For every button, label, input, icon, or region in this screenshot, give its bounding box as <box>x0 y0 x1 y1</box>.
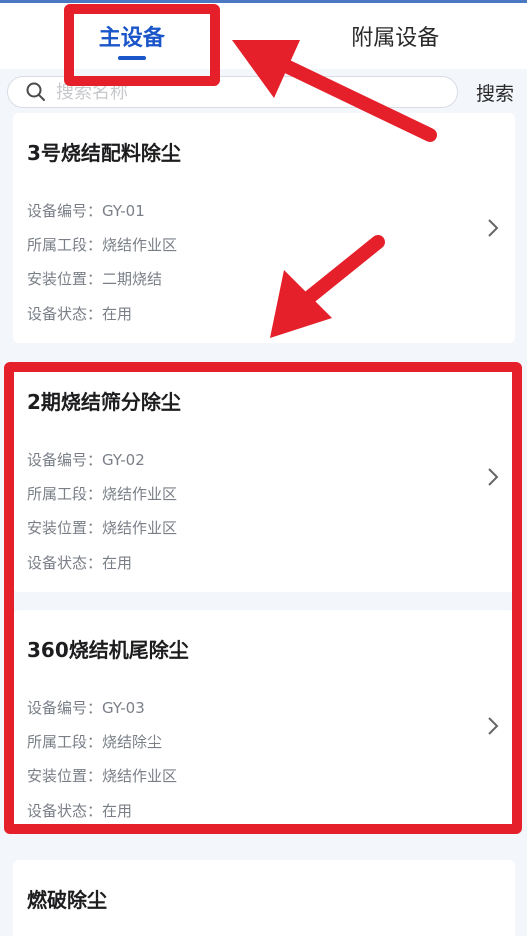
tab-label: 附属设备 <box>351 26 440 51</box>
device-section: 所属工段：烧结作业区 <box>27 236 178 254</box>
device-section: 所属工段：烧结作业区 <box>27 485 178 503</box>
search-field[interactable] <box>7 76 458 108</box>
tab-main-equipment[interactable]: 主设备 <box>0 3 264 69</box>
tab-auxiliary-equipment[interactable]: 附属设备 <box>264 3 527 69</box>
device-status: 设备状态：在用 <box>27 554 133 572</box>
tab-active-indicator <box>117 56 146 60</box>
device-card[interactable]: 燃破除尘 <box>13 860 515 936</box>
device-status: 设备状态：在用 <box>27 305 133 323</box>
device-name: 3号烧结配料除尘 <box>27 141 181 165</box>
device-code: 设备编号：GY-03 <box>27 699 145 717</box>
chevron-right-icon[interactable] <box>487 218 499 238</box>
tab-bar: 主设备 附属设备 <box>0 3 527 69</box>
device-status: 设备状态：在用 <box>27 802 133 820</box>
search-bar: 搜索 <box>0 69 527 113</box>
device-name: 360烧结机尾除尘 <box>27 638 189 662</box>
device-name: 燃破除尘 <box>27 888 107 912</box>
device-card[interactable]: 360烧结机尾除尘 设备编号：GY-03 所属工段：烧结除尘 安装位置：烧结作业… <box>13 610 515 828</box>
search-icon <box>26 82 45 101</box>
device-card[interactable]: 3号烧结配料除尘 设备编号：GY-01 所属工段：烧结作业区 安装位置：二期烧结… <box>13 113 515 343</box>
device-section: 所属工段：烧结除尘 <box>27 733 163 751</box>
device-name: 2期烧结筛分除尘 <box>27 390 181 414</box>
device-location: 安装位置：烧结作业区 <box>27 519 178 537</box>
tab-label: 主设备 <box>98 26 165 51</box>
search-input[interactable] <box>56 81 436 103</box>
chevron-right-icon[interactable] <box>487 716 499 736</box>
device-location: 安装位置：烧结作业区 <box>27 767 178 785</box>
device-location: 安装位置：二期烧结 <box>27 270 163 288</box>
chevron-right-icon[interactable] <box>487 467 499 487</box>
device-code: 设备编号：GY-02 <box>27 451 145 469</box>
search-button[interactable]: 搜索 <box>467 76 523 108</box>
device-code: 设备编号：GY-01 <box>27 202 145 220</box>
device-card[interactable]: 2期烧结筛分除尘 设备编号：GY-02 所属工段：烧结作业区 安装位置：烧结作业… <box>13 362 515 592</box>
